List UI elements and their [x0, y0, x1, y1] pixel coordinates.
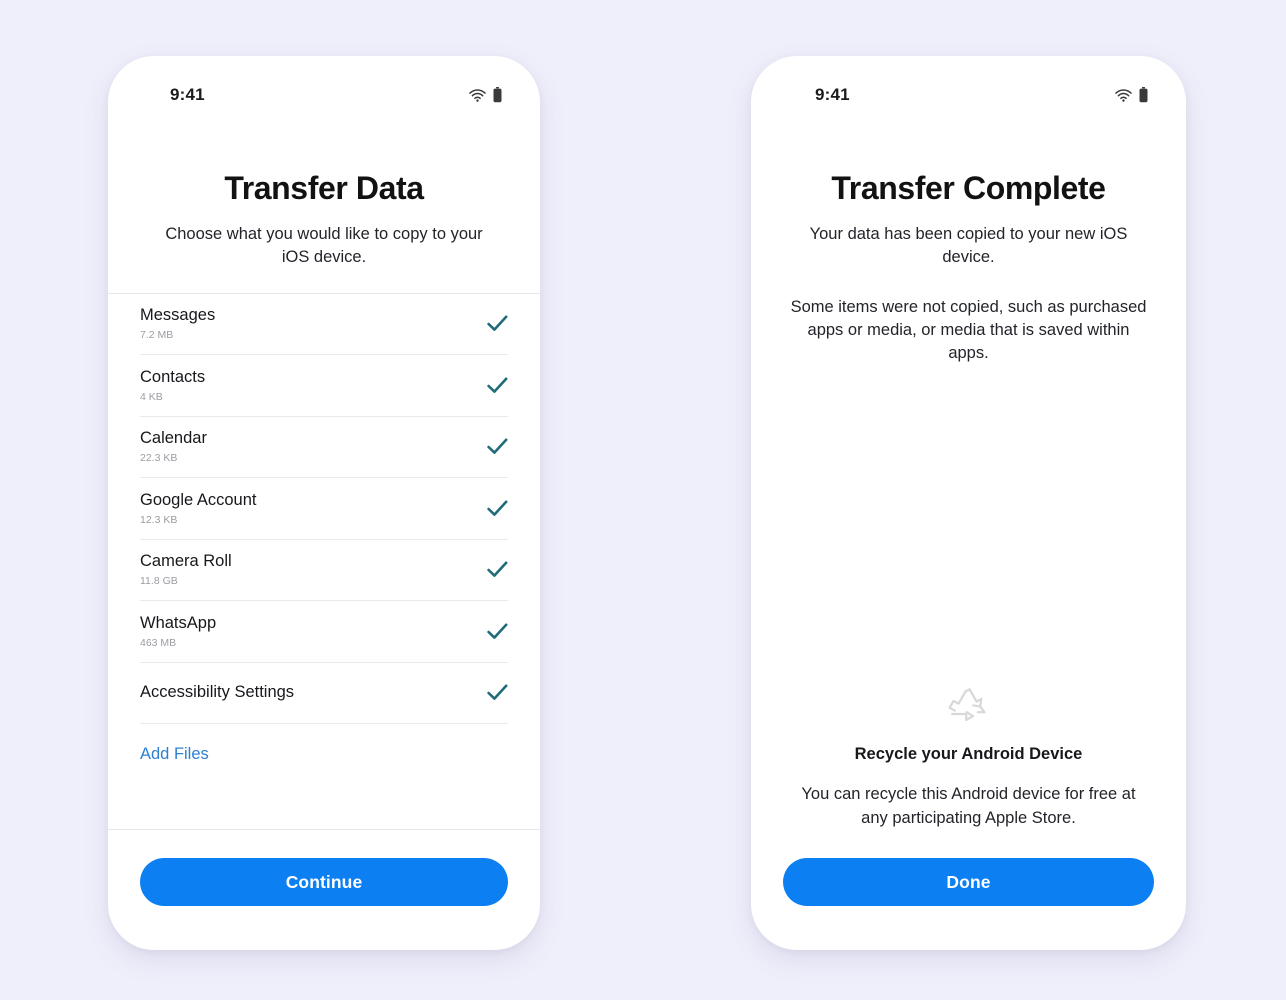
- list-item-label: Google Account: [140, 490, 257, 509]
- transfer-complete-body: Recycle your Android Device You can recy…: [751, 366, 1186, 830]
- list-item-text: Camera Roll 11.8 GB: [140, 552, 232, 587]
- battery-icon: [493, 87, 502, 103]
- check-icon[interactable]: [487, 377, 508, 394]
- check-icon[interactable]: [487, 561, 508, 578]
- check-icon[interactable]: [487, 315, 508, 332]
- page-subtitle: Choose what you would like to copy to yo…: [165, 224, 483, 267]
- done-button[interactable]: Done: [783, 858, 1154, 906]
- list-item-text: Calendar 22.3 KB: [140, 429, 207, 464]
- list-item[interactable]: Camera Roll 11.8 GB: [108, 540, 540, 601]
- recycle-icon: [948, 688, 985, 722]
- wifi-icon: [1115, 88, 1132, 102]
- phone-mockup-transfer-complete: 9:41 Transfer Complete Your data has bee…: [751, 56, 1186, 950]
- list-item-text: WhatsApp 463 MB: [140, 614, 216, 649]
- list-item-label: Calendar: [140, 429, 207, 448]
- page-subtitle-secondary: Some items were not copied, such as purc…: [790, 297, 1147, 363]
- status-bar: 9:41: [108, 56, 540, 118]
- page-title: Transfer Complete: [831, 170, 1106, 206]
- battery-icon: [1139, 87, 1148, 103]
- check-icon[interactable]: [487, 500, 508, 517]
- recycle-promo: Recycle your Android Device You can recy…: [783, 681, 1154, 830]
- check-icon[interactable]: [487, 438, 508, 455]
- list-item[interactable]: WhatsApp 463 MB: [108, 601, 540, 662]
- status-bar-icons: [469, 87, 502, 103]
- status-bar-icons: [1115, 87, 1148, 103]
- list-item-label: Contacts: [140, 367, 206, 386]
- continue-button[interactable]: Continue: [140, 858, 508, 906]
- list-item-size: 11.8 GB: [140, 575, 178, 588]
- list-item-size: 12.3 KB: [140, 513, 178, 526]
- add-files-label: Add Files: [140, 745, 209, 764]
- list-item[interactable]: Google Account 12.3 KB: [108, 478, 540, 539]
- status-bar-time: 9:41: [815, 85, 850, 104]
- footer-transfer-data: Continue: [108, 830, 540, 950]
- list-item-text: Contacts 4 KB: [140, 368, 205, 403]
- list-item[interactable]: Accessibility Settings: [108, 663, 540, 724]
- transfer-items-list: Messages 7.2 MB Contacts 4 KB Calendar 22.3 K…: [108, 294, 540, 829]
- list-item-size: 22.3 KB: [140, 452, 178, 465]
- check-icon[interactable]: [487, 684, 508, 701]
- list-item-label: Accessibility Settings: [140, 682, 295, 701]
- recycle-description: You can recycle this Android device for …: [801, 785, 1136, 827]
- status-bar-time: 9:41: [170, 85, 205, 104]
- page-title: Transfer Data: [224, 170, 424, 206]
- footer-transfer-complete: Done: [751, 830, 1186, 950]
- phone-mockup-transfer-data: 9:41 Transfer Data Choose what you would…: [108, 56, 540, 950]
- list-item-size: 7.2 MB: [140, 329, 174, 342]
- list-item-label: Camera Roll: [140, 552, 232, 571]
- list-item[interactable]: Messages 7.2 MB: [108, 294, 540, 355]
- wifi-icon: [469, 88, 486, 102]
- add-files-row[interactable]: Add Files: [108, 724, 540, 786]
- status-bar: 9:41: [751, 56, 1186, 118]
- list-item[interactable]: Contacts 4 KB: [108, 355, 540, 416]
- list-item[interactable]: Calendar 22.3 KB: [108, 417, 540, 478]
- list-item-text: Accessibility Settings: [140, 683, 294, 703]
- list-item-label: WhatsApp: [140, 613, 217, 632]
- headline-block-transfer-data: Transfer Data Choose what you would like…: [108, 118, 540, 293]
- list-item-text: Messages 7.2 MB: [140, 306, 215, 341]
- list-item-label: Messages: [140, 306, 216, 325]
- check-icon[interactable]: [487, 623, 508, 640]
- recycle-title: Recycle your Android Device: [854, 745, 1083, 764]
- list-item-size: 4 KB: [140, 390, 163, 403]
- list-item-size: 463 MB: [140, 636, 177, 649]
- page-subtitle: Your data has been copied to your new iO…: [809, 224, 1128, 267]
- headline-block-transfer-complete: Transfer Complete Your data has been cop…: [751, 118, 1186, 366]
- list-item-text: Google Account 12.3 KB: [140, 491, 257, 526]
- screenshot-canvas: 9:41 Transfer Data Choose what you would…: [0, 0, 1286, 1000]
